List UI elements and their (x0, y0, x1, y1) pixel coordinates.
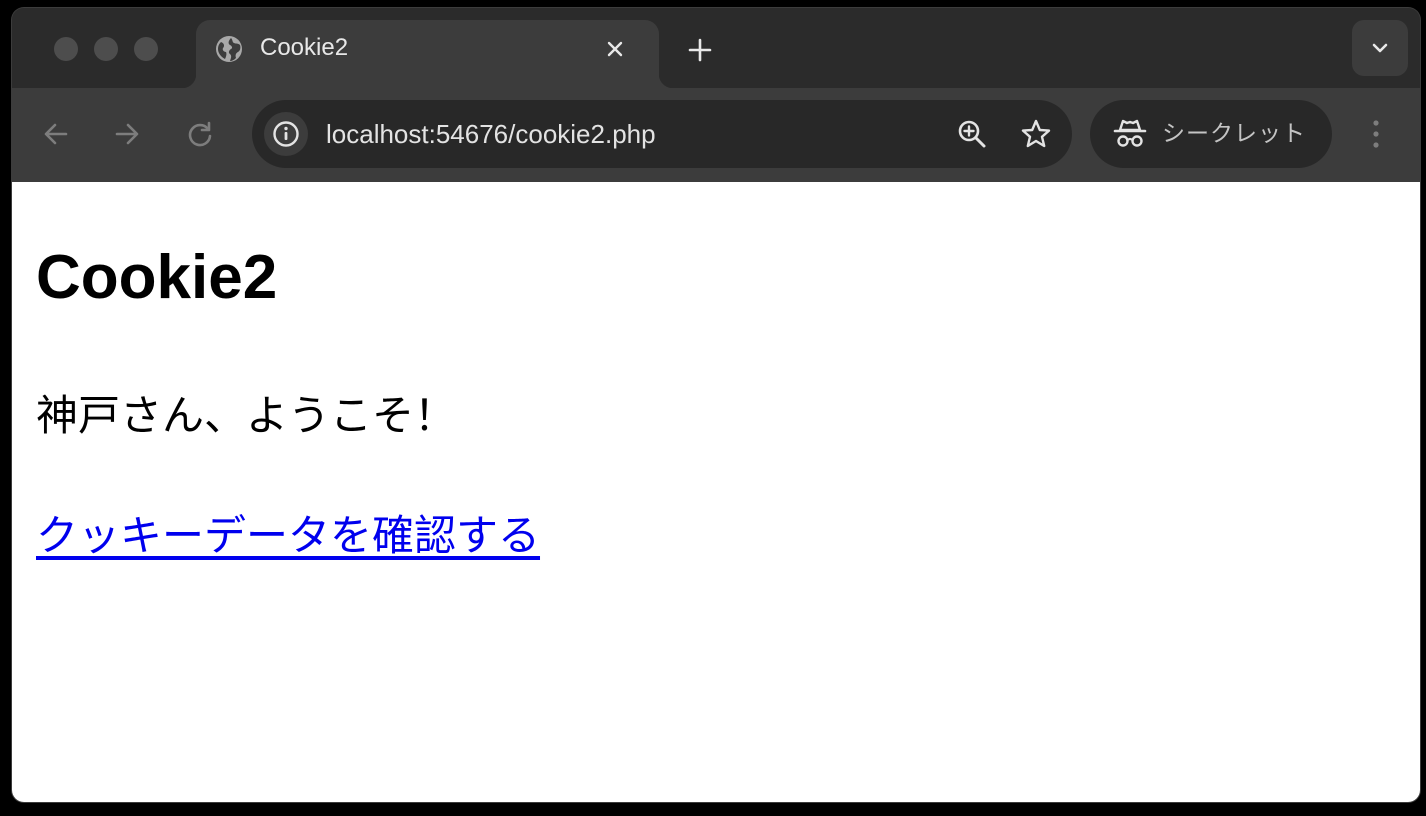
kebab-menu-icon (1371, 118, 1381, 150)
arrow-left-icon (42, 120, 70, 148)
tab-cookie2[interactable]: Cookie2 (182, 20, 673, 88)
info-icon (272, 120, 300, 148)
arrow-right-icon (113, 120, 141, 148)
star-icon (1020, 118, 1052, 150)
chevron-down-icon (1369, 37, 1391, 59)
close-icon[interactable] (600, 34, 630, 64)
zoom-button[interactable] (954, 116, 990, 152)
bookmark-button[interactable] (1018, 116, 1054, 152)
window-minimize-button[interactable] (94, 37, 118, 61)
plus-icon (688, 38, 712, 62)
new-tab-button[interactable] (682, 32, 718, 68)
reload-button[interactable] (182, 116, 218, 152)
zoom-in-icon (957, 119, 987, 149)
incognito-indicator[interactable]: シークレット (1090, 100, 1332, 168)
toolbar: localhost:54676/cookie2.php シークレット (12, 88, 1420, 182)
page-content: Cookie2 神戸さん、ようこそ！ クッキーデータを確認する (12, 182, 1420, 802)
site-info-button[interactable] (264, 112, 308, 156)
tab-title: Cookie2 (260, 34, 349, 61)
browser-menu-button[interactable] (1358, 116, 1394, 152)
check-cookie-link[interactable]: クッキーデータを確認する (36, 508, 540, 564)
welcome-message: 神戸さん、ようこそ！ (36, 391, 457, 440)
forward-button[interactable] (109, 116, 145, 152)
reload-icon (186, 120, 214, 148)
incognito-label: シークレット (1162, 121, 1306, 147)
globe-icon (214, 34, 244, 64)
window-close-button[interactable] (54, 37, 78, 61)
page-title: Cookie2 (36, 243, 278, 312)
address-bar[interactable]: localhost:54676/cookie2.php (252, 100, 1072, 168)
tab-strip: Cookie2 (12, 8, 1420, 88)
window-maximize-button[interactable] (134, 37, 158, 61)
incognito-icon (1112, 116, 1148, 152)
browser-window: Cookie2 localhost:54676/cookie2.php シークレ… (12, 8, 1420, 802)
back-button[interactable] (38, 116, 74, 152)
tab-search-button[interactable] (1352, 20, 1408, 76)
url-text[interactable]: localhost:54676/cookie2.php (326, 119, 656, 149)
